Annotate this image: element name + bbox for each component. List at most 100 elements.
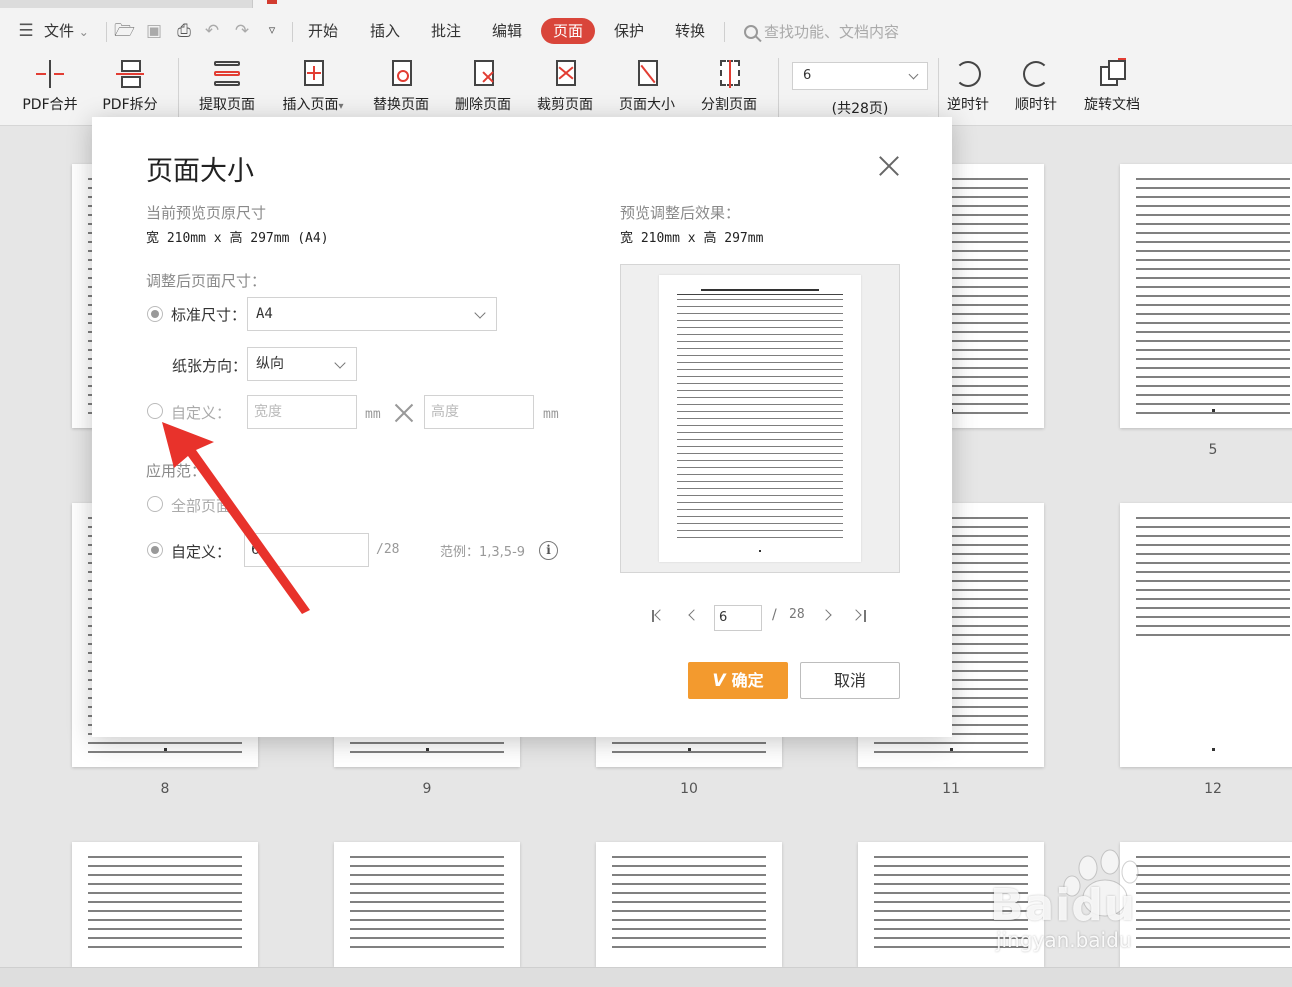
- current-size-label: 当前预览页原尺寸: [146, 204, 267, 222]
- page-thumbnail[interactable]: [1120, 842, 1292, 967]
- page-number-label: 9: [422, 781, 432, 797]
- open-folder-icon[interactable]: 🗁: [114, 21, 135, 41]
- standard-size-label: 标准尺寸：: [171, 306, 247, 324]
- search-placeholder: 查找功能、文档内容: [764, 23, 900, 41]
- info-icon[interactable]: i: [539, 541, 558, 560]
- horizontal-scrollbar[interactable]: [0, 967, 1292, 987]
- ribbon-separator: [178, 58, 179, 118]
- extract-pages-button[interactable]: 提取页面: [192, 54, 262, 122]
- tab-protect[interactable]: 保护: [614, 18, 644, 44]
- standard-size-radio[interactable]: [147, 306, 163, 322]
- cancel-button[interactable]: 取消: [800, 662, 900, 699]
- split-page-button[interactable]: 分割页面: [694, 54, 764, 122]
- watermark-brand: Baidu: [990, 880, 1137, 931]
- search-box[interactable]: 查找功能、文档内容: [744, 21, 899, 43]
- search-icon: [744, 25, 758, 39]
- insert-page-button[interactable]: 插入页面▾: [276, 54, 350, 122]
- page-number-label: 11: [942, 781, 960, 797]
- rotate-document-button[interactable]: 旋转文档: [1076, 54, 1148, 122]
- page-thumbnail[interactable]: [596, 842, 782, 967]
- save-icon[interactable]: ▣: [144, 21, 164, 41]
- crop-page-button[interactable]: 裁剪页面: [530, 54, 600, 122]
- watermark-url: jingyan.baidu: [996, 928, 1132, 952]
- preview-label: 预览调整后效果：: [620, 204, 741, 222]
- height-unit: mm: [543, 407, 559, 422]
- menu-file[interactable]: 文件 ⌄: [44, 18, 89, 44]
- adjusted-size-label: 调整后页面尺寸：: [146, 272, 267, 290]
- insert-page-icon: [297, 58, 329, 90]
- replace-page-icon: [385, 58, 417, 90]
- height-field[interactable]: 高度: [424, 395, 534, 429]
- page-thumbnail-12[interactable]: [1120, 503, 1292, 767]
- pdf-split-button[interactable]: PDF拆分: [96, 54, 164, 122]
- tab-annotate[interactable]: 批注: [431, 18, 461, 44]
- multiply-icon: [395, 404, 413, 422]
- rotate-clockwise-button[interactable]: 顺时针: [1008, 54, 1064, 122]
- standard-size-select[interactable]: A4: [247, 297, 497, 331]
- tab-edit[interactable]: 编辑: [492, 18, 522, 44]
- tab-convert[interactable]: 转换: [675, 18, 705, 44]
- split-page-icon: [713, 58, 745, 90]
- last-page-icon[interactable]: [850, 607, 868, 625]
- pager-separator: /: [772, 607, 777, 623]
- page-number-select[interactable]: 6: [792, 62, 928, 90]
- pdf-merge-icon: [34, 58, 66, 90]
- dialog-title: 页面大小: [146, 156, 254, 187]
- extract-pages-icon: [211, 58, 243, 90]
- pdf-split-icon: [114, 58, 146, 90]
- page-thumbnail-5[interactable]: [1120, 164, 1292, 428]
- rotate-counterclockwise-icon: [952, 58, 984, 90]
- page-number-label: 12: [1204, 781, 1222, 797]
- vip-icon: V: [712, 671, 726, 691]
- range-example-label: 范例：1,3,5-9: [440, 545, 526, 560]
- ribbon-toolbar: PDF合并 PDF拆分 提取页面 插入页面▾ 替换页面 删除页面 裁剪页面 页面…: [0, 54, 1292, 126]
- menu-separator: [292, 22, 293, 42]
- first-page-icon[interactable]: [650, 607, 668, 625]
- ribbon-separator: [938, 58, 939, 118]
- page-number-label: 10: [680, 781, 698, 797]
- preview-page: [659, 275, 861, 562]
- pdf-merge-button[interactable]: PDF合并: [16, 54, 84, 122]
- current-size-value: 宽 210mm x 高 297mm (A4): [146, 231, 329, 246]
- width-unit: mm: [365, 407, 381, 422]
- tab-start[interactable]: 开始: [308, 18, 338, 44]
- page-thumbnail[interactable]: [334, 842, 520, 967]
- delete-page-button[interactable]: 删除页面: [448, 54, 518, 122]
- rotate-counterclockwise-button[interactable]: 逆时针: [940, 54, 996, 122]
- rotate-document-icon: [1096, 58, 1128, 90]
- page-size-icon: [631, 58, 663, 90]
- delete-page-icon: [467, 58, 499, 90]
- menu-separator: [106, 22, 107, 42]
- window-tab-strip: [0, 0, 1292, 8]
- preview-page-input[interactable]: 6: [714, 605, 762, 631]
- orientation-select[interactable]: 纵向: [247, 347, 357, 381]
- tab-page[interactable]: 页面: [541, 18, 596, 44]
- hamburger-menu-icon[interactable]: ☰: [16, 21, 36, 41]
- page-total-label: (共28页): [831, 101, 889, 117]
- customize-quick-access-icon[interactable]: ▿: [262, 21, 282, 41]
- close-icon[interactable]: [878, 155, 900, 177]
- document-tab[interactable]: [252, 0, 1292, 8]
- page-thumbnail[interactable]: [72, 842, 258, 967]
- undo-icon[interactable]: ↶: [202, 21, 222, 41]
- tab-insert[interactable]: 插入: [370, 18, 400, 44]
- page-number-label: 5: [1208, 442, 1218, 458]
- prev-page-icon[interactable]: [684, 607, 702, 625]
- redo-icon[interactable]: ↷: [232, 21, 252, 41]
- preview-size-value: 宽 210mm x 高 297mm: [620, 231, 764, 246]
- page-number-label: 8: [160, 781, 170, 797]
- confirm-button[interactable]: V 确定: [688, 662, 788, 699]
- rotate-clockwise-icon: [1020, 58, 1052, 90]
- menu-bar: ☰ 文件 ⌄ 🗁 ▣ ⎙ ↶ ↷ ▿ 开始 插入 批注 编辑 页面 保护 转换 …: [0, 8, 1292, 54]
- red-arrow-annotation: [162, 422, 310, 614]
- crop-page-icon: [549, 58, 581, 90]
- insert-page-dropdown-icon[interactable]: ▾: [338, 101, 343, 112]
- menu-separator: [724, 22, 725, 42]
- next-page-icon[interactable]: [820, 607, 838, 625]
- ribbon-separator: [778, 58, 779, 118]
- orientation-label: 纸张方向：: [172, 357, 248, 375]
- preview-panel: [620, 264, 900, 573]
- replace-page-button[interactable]: 替换页面: [366, 54, 436, 122]
- page-size-button[interactable]: 页面大小: [612, 54, 682, 122]
- print-icon[interactable]: ⎙: [174, 21, 194, 41]
